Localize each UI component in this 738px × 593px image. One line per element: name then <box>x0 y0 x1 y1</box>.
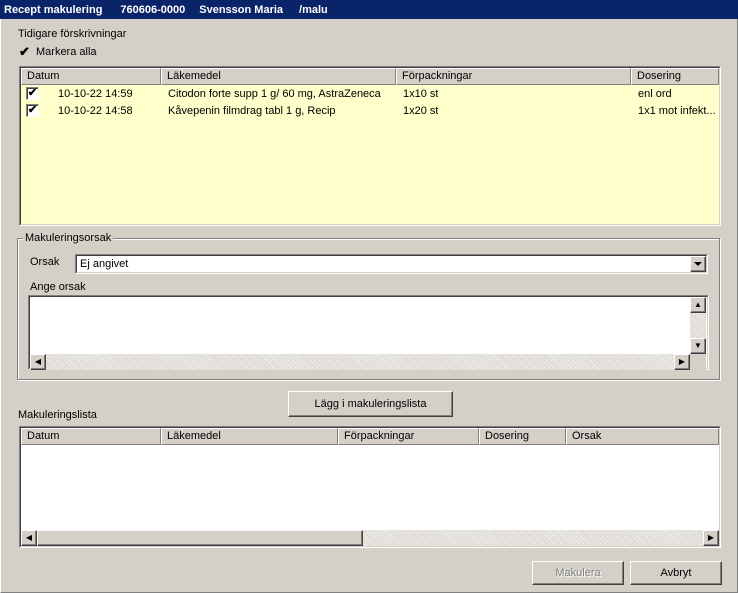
horizontal-scrollbar-thumb[interactable] <box>37 530 363 546</box>
table-row[interactable]: ✔ 10-10-22 14:59 Citodon forte supp 1 g/… <box>21 86 719 103</box>
arrow-left-icon: ◀ <box>25 533 33 542</box>
checkmark-icon: ✔ <box>19 44 30 59</box>
arrow-right-icon: ▶ <box>707 533 715 542</box>
table-row[interactable]: ✔ 10-10-22 14:58 Kåvepenin filmdrag tabl… <box>21 103 719 120</box>
checkmark-icon: ✔ <box>27 104 38 116</box>
title-patient-name: Svensson Maria <box>199 3 284 16</box>
cancellation-reason-group-title: Makuleringsorsak <box>23 232 114 244</box>
select-all-label[interactable]: Markera alla <box>36 46 97 58</box>
row-checkbox[interactable]: ✔ <box>26 104 39 117</box>
arrow-up-icon: ▲ <box>694 300 702 309</box>
title-user: /malu <box>299 3 328 16</box>
chevron-down-icon <box>694 262 702 266</box>
enter-reason-textarea[interactable]: ▲ ▼ ◀ ▶ <box>28 295 709 370</box>
window-title-bar: Recept makulering 760606-0000 Svensson M… <box>0 0 738 19</box>
horizontal-scrollbar-track[interactable] <box>30 354 690 370</box>
previous-prescriptions-list[interactable]: Datum Läkemedel Förpackningar Dosering ✔… <box>19 66 721 226</box>
scroll-down-button[interactable]: ▼ <box>690 338 706 354</box>
column-header-forpackningar[interactable]: Förpackningar <box>338 428 479 445</box>
column-header-datum[interactable]: Datum <box>21 428 161 445</box>
list-header: Datum Läkemedel Förpackningar Dosering <box>21 68 719 85</box>
reason-select-value: Ej angivet <box>80 258 129 270</box>
dropdown-button[interactable] <box>690 256 706 272</box>
row-drug: Citodon forte supp 1 g/ 60 mg, AstraZene… <box>168 88 381 100</box>
scroll-right-button[interactable]: ▶ <box>674 354 690 370</box>
reason-label: Orsak <box>30 256 60 268</box>
column-header-dosering[interactable]: Dosering <box>479 428 566 445</box>
column-header-lakemedel[interactable]: Läkemedel <box>161 68 396 85</box>
row-dosage: 1x1 mot infekt... <box>638 105 716 117</box>
makulera-button[interactable]: Makulera <box>532 561 624 585</box>
reason-select[interactable]: Ej angivet <box>75 254 708 274</box>
add-to-cancel-list-button[interactable]: Lägg i makuleringslista <box>288 391 453 417</box>
scroll-right-button[interactable]: ▶ <box>703 530 719 546</box>
row-dosage: enl ord <box>638 88 672 100</box>
scroll-left-button[interactable]: ◀ <box>21 530 37 546</box>
enter-reason-label: Ange orsak <box>30 281 86 293</box>
arrow-right-icon: ▶ <box>678 357 686 366</box>
arrow-left-icon: ◀ <box>34 357 42 366</box>
checkmark-icon: ✔ <box>27 87 38 99</box>
select-all-checkbox[interactable]: ✔ <box>18 45 31 58</box>
column-header-datum[interactable]: Datum <box>21 68 161 85</box>
title-personal-number: 760606-0000 <box>120 3 186 16</box>
row-date: 10-10-22 14:59 <box>58 88 133 100</box>
row-checkbox[interactable]: ✔ <box>26 87 39 100</box>
previous-prescriptions-label: Tidigare förskrivningar <box>18 28 127 40</box>
cancel-list-label: Makuleringslista <box>18 409 97 421</box>
row-date: 10-10-22 14:58 <box>58 105 133 117</box>
row-package: 1x10 st <box>403 88 439 100</box>
column-header-dosering[interactable]: Dosering <box>631 68 719 85</box>
column-header-orsak[interactable]: Orsak <box>566 428 719 445</box>
cancel-list[interactable]: Datum Läkemedel Förpackningar Dosering O… <box>19 426 721 548</box>
column-header-forpackningar[interactable]: Förpackningar <box>396 68 631 85</box>
list-header: Datum Läkemedel Förpackningar Dosering O… <box>21 428 719 445</box>
row-drug: Kåvepenin filmdrag tabl 1 g, Recip <box>168 105 336 117</box>
scroll-left-button[interactable]: ◀ <box>30 354 46 370</box>
cancel-button[interactable]: Avbryt <box>630 561 722 585</box>
column-header-lakemedel[interactable]: Läkemedel <box>161 428 338 445</box>
row-package: 1x20 st <box>403 105 439 117</box>
arrow-down-icon: ▼ <box>694 341 702 350</box>
scroll-up-button[interactable]: ▲ <box>690 297 706 313</box>
scrollbar-corner <box>690 354 706 370</box>
title-app: Recept makulering <box>4 3 103 16</box>
